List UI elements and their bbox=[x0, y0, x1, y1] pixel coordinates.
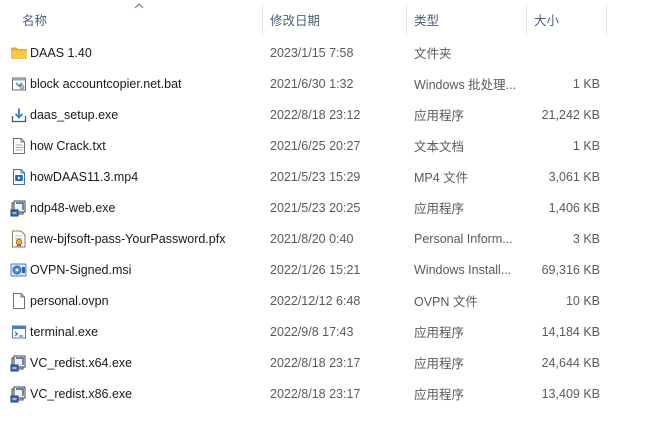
column-divider[interactable] bbox=[262, 6, 263, 34]
file-size: 3,061 KB bbox=[548, 169, 600, 184]
file-name[interactable]: terminal.exe bbox=[30, 316, 262, 347]
file-explorer-details-view: 名称 修改日期 类型 大小 DAAS 1.40 2023/1/15 7:58 文件夹… bbox=[0, 0, 652, 439]
file-type: Personal Inform... bbox=[414, 231, 513, 246]
file-row[interactable]: DAAS 1.40 2023/1/15 7:58 文件夹 bbox=[0, 37, 652, 68]
file-name[interactable]: block accountcopier.net.bat bbox=[30, 68, 262, 99]
blank-file-icon bbox=[10, 285, 28, 316]
file-modified-date: 2021/6/25 20:27 bbox=[270, 138, 361, 153]
file-type: OVPN 文件 bbox=[414, 295, 478, 309]
file-size: 3 KB bbox=[572, 231, 600, 246]
folder-icon bbox=[10, 37, 28, 68]
column-divider[interactable] bbox=[526, 6, 527, 34]
setup-exe-icon bbox=[10, 192, 28, 223]
column-divider[interactable] bbox=[406, 6, 407, 34]
file-name[interactable]: DAAS 1.40 bbox=[30, 37, 262, 68]
file-row[interactable]: how Crack.txt 2021/6/25 20:27 文本文档 1 KB bbox=[0, 130, 652, 161]
setup-exe-icon bbox=[10, 378, 28, 409]
file-size: 14,184 KB bbox=[541, 324, 600, 339]
file-row[interactable]: personal.ovpn 2022/12/12 6:48 OVPN 文件 10 KB bbox=[0, 285, 652, 316]
column-header-date[interactable]: 修改日期 bbox=[270, 0, 406, 38]
file-modified-date: 2021/5/23 15:29 bbox=[270, 169, 361, 184]
file-modified-date: 2021/6/30 1:32 bbox=[270, 76, 354, 91]
file-size: 1 KB bbox=[572, 76, 600, 91]
file-modified-date: 2022/8/18 23:17 bbox=[270, 386, 361, 401]
file-name[interactable]: how Crack.txt bbox=[30, 130, 262, 161]
text-file-icon bbox=[10, 130, 28, 161]
file-size: 13,409 KB bbox=[541, 386, 600, 401]
file-size bbox=[534, 37, 600, 68]
file-row[interactable]: new-bjfsoft-pass-YourPassword.pfx 2021/8/… bbox=[0, 223, 652, 254]
file-name[interactable]: howDAAS11.3.mp4 bbox=[30, 161, 262, 192]
file-type: 文件夹 bbox=[414, 47, 452, 61]
file-type: 应用程序 bbox=[414, 357, 465, 371]
file-type: Windows Install... bbox=[414, 262, 512, 277]
file-size: 24,644 KB bbox=[541, 355, 600, 370]
file-modified-date: 2022/8/18 23:17 bbox=[270, 355, 361, 370]
file-size: 1 KB bbox=[572, 138, 600, 153]
file-name[interactable]: ndp48-web.exe bbox=[30, 192, 262, 223]
file-row[interactable]: daas_setup.exe 2022/8/18 23:12 应用程序 21,242 … bbox=[0, 99, 652, 130]
file-modified-date: 2022/8/18 23:12 bbox=[270, 107, 361, 122]
file-modified-date: 2021/5/23 20:25 bbox=[270, 200, 361, 215]
file-type: 应用程序 bbox=[414, 326, 465, 340]
file-name[interactable]: personal.ovpn bbox=[30, 285, 262, 316]
file-type: 应用程序 bbox=[414, 388, 465, 402]
file-type: 应用程序 bbox=[414, 202, 465, 216]
video-file-icon bbox=[10, 161, 28, 192]
file-row[interactable]: VC_redist.x86.exe 2022/8/18 23:17 应用程序 13,4… bbox=[0, 378, 652, 409]
file-type: Windows 批处理... bbox=[414, 78, 517, 92]
file-modified-date: 2021/8/20 0:40 bbox=[270, 231, 354, 246]
file-modified-date: 2022/12/12 6:48 bbox=[270, 293, 361, 308]
file-type: 应用程序 bbox=[414, 109, 465, 123]
file-size: 69,316 KB bbox=[541, 262, 600, 277]
column-divider[interactable] bbox=[606, 6, 607, 34]
file-type: 文本文档 bbox=[414, 140, 465, 154]
file-row[interactable]: OVPN-Signed.msi 2022/1/26 15:21 Windows In… bbox=[0, 254, 652, 285]
file-row[interactable]: block accountcopier.net.bat 2021/6/30 1:3… bbox=[0, 68, 652, 99]
batch-file-icon bbox=[10, 68, 28, 99]
column-header-name[interactable]: 名称 bbox=[22, 0, 260, 38]
file-name[interactable]: new-bjfsoft-pass-YourPassword.pfx bbox=[30, 223, 262, 254]
msi-package-icon bbox=[10, 254, 28, 285]
file-type: MP4 文件 bbox=[414, 171, 469, 185]
installer-icon bbox=[10, 99, 28, 130]
file-row[interactable]: howDAAS11.3.mp4 2021/5/23 15:29 MP4 文件 3,06… bbox=[0, 161, 652, 192]
file-modified-date: 2023/1/15 7:58 bbox=[270, 45, 354, 60]
file-name[interactable]: OVPN-Signed.msi bbox=[30, 254, 262, 285]
file-modified-date: 2022/1/26 15:21 bbox=[270, 262, 361, 277]
certificate-icon bbox=[10, 223, 28, 254]
file-name[interactable]: VC_redist.x86.exe bbox=[30, 378, 262, 409]
column-header-size[interactable]: 大小 bbox=[534, 0, 606, 38]
file-name[interactable]: VC_redist.x64.exe bbox=[30, 347, 262, 378]
column-header-bar: 名称 修改日期 类型 大小 bbox=[0, 0, 652, 38]
file-modified-date: 2022/9/8 17:43 bbox=[270, 324, 354, 339]
app-window-icon bbox=[10, 316, 28, 347]
file-name[interactable]: daas_setup.exe bbox=[30, 99, 262, 130]
file-row[interactable]: terminal.exe 2022/9/8 17:43 应用程序 14,184 KB bbox=[0, 316, 652, 347]
file-size: 1,406 KB bbox=[548, 200, 600, 215]
setup-exe-icon bbox=[10, 347, 28, 378]
column-header-type[interactable]: 类型 bbox=[414, 0, 526, 38]
file-size: 10 KB bbox=[565, 293, 600, 308]
file-row[interactable]: ndp48-web.exe 2021/5/23 20:25 应用程序 1,406 KB bbox=[0, 192, 652, 223]
file-row[interactable]: VC_redist.x64.exe 2022/8/18 23:17 应用程序 24,6… bbox=[0, 347, 652, 378]
file-size: 21,242 KB bbox=[541, 107, 600, 122]
